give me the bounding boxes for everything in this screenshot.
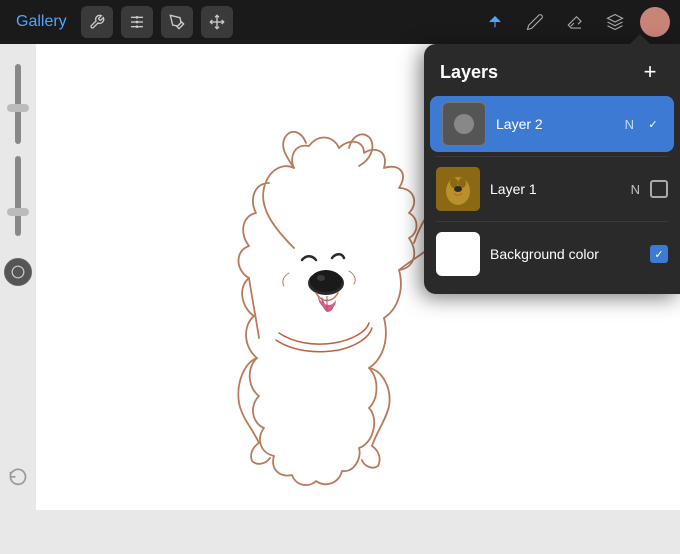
- layer-item-bg[interactable]: Background color: [424, 226, 680, 282]
- adjustments-icon[interactable]: [121, 6, 153, 38]
- toolbar-right: [480, 7, 670, 37]
- layer-item-layer2[interactable]: Layer 2 N: [430, 96, 674, 152]
- layer1-blend: N: [631, 182, 640, 197]
- layer1-visibility-checkbox[interactable]: [650, 180, 668, 198]
- eraser-icon[interactable]: [560, 7, 590, 37]
- layers-title: Layers: [440, 62, 498, 83]
- layer1-thumb-svg: [436, 167, 480, 211]
- layer2-name: Layer 2: [496, 116, 615, 132]
- bg-visibility-checkbox[interactable]: [650, 245, 668, 263]
- gallery-button[interactable]: Gallery: [10, 9, 73, 35]
- undo-button[interactable]: [4, 462, 32, 490]
- brush-opacity-thumb[interactable]: [7, 208, 29, 216]
- toolbar-left: Gallery: [10, 6, 233, 38]
- brush-style-icon[interactable]: [161, 6, 193, 38]
- color-picker-btn[interactable]: [4, 258, 32, 286]
- wrench-icon[interactable]: [81, 6, 113, 38]
- pen-icon[interactable]: [480, 7, 510, 37]
- layer2-visibility-checkbox[interactable]: [644, 115, 662, 133]
- layer2-blend: N: [625, 117, 634, 132]
- layer-item-layer1[interactable]: Layer 1 N: [424, 161, 680, 217]
- brush-size-slider[interactable]: [15, 64, 21, 144]
- transform-icon[interactable]: [201, 6, 233, 38]
- bg-color-name: Background color: [490, 246, 640, 262]
- layers-panel: Layers + Layer 2 N Layer 1 N: [424, 44, 680, 294]
- layer1-thumbnail: [436, 167, 480, 211]
- toolbar: Gallery: [0, 0, 680, 44]
- brush-opacity-slider[interactable]: [15, 156, 21, 236]
- left-sidebar: [0, 44, 36, 510]
- layers-stack-icon[interactable]: [600, 7, 630, 37]
- layer1-name: Layer 1: [490, 181, 621, 197]
- layer-divider-2: [436, 221, 668, 222]
- avatar[interactable]: [640, 7, 670, 37]
- layer-divider-1: [436, 156, 668, 157]
- layers-header: Layers +: [424, 44, 680, 96]
- brush-size-thumb[interactable]: [7, 104, 29, 112]
- add-layer-button[interactable]: +: [636, 58, 664, 86]
- layer2-thumbnail: [442, 102, 486, 146]
- pencil-icon[interactable]: [520, 7, 550, 37]
- bg-color-thumbnail: [436, 232, 480, 276]
